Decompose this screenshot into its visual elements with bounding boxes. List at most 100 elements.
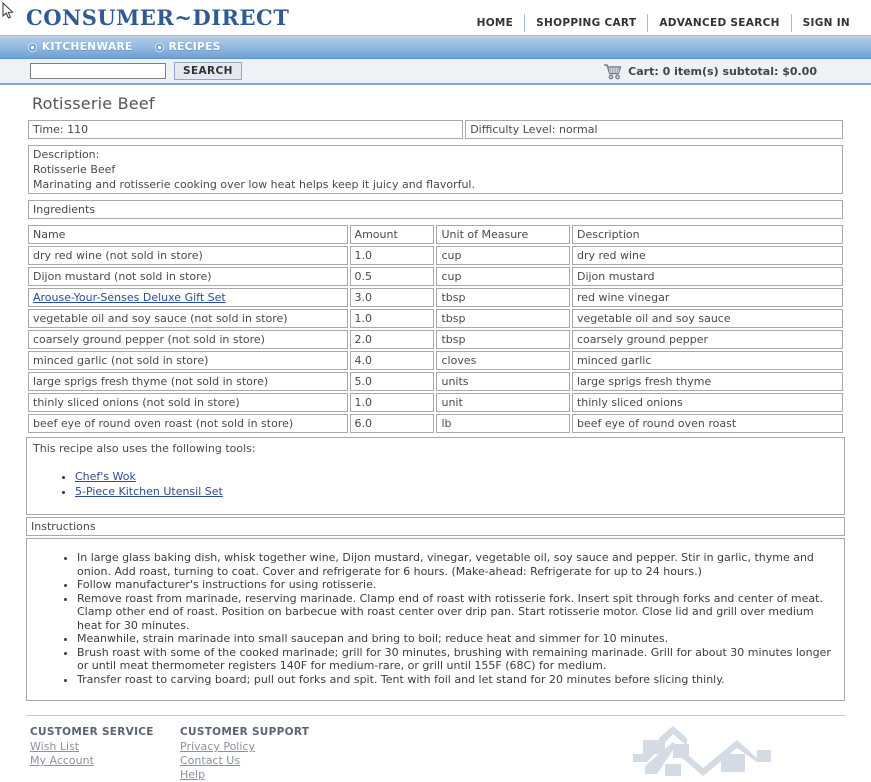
instruction-step: Transfer roast to carving board; pull ou…	[77, 673, 836, 687]
tools-intro-text: This recipe also uses the following tool…	[33, 442, 256, 455]
ingredients-header-table: Ingredients	[26, 198, 845, 221]
recipe-meta-table: Time: 110 Difficulty Level: normal	[26, 118, 845, 141]
ingredient-description: Dijon mustard	[571, 267, 843, 286]
ingredient-amount: 2.0	[349, 330, 435, 349]
tool-link[interactable]: 5-Piece Kitchen Utensil Set	[75, 485, 223, 498]
topnav-item-shopping-cart[interactable]: SHOPPING CART	[524, 14, 647, 32]
top-navigation: HOME SHOPPING CART ADVANCED SEARCH SIGN …	[466, 14, 863, 32]
list-item: 5-Piece Kitchen Utensil Set	[75, 484, 838, 499]
table-row: thinly sliced onions (not sold in store)…	[28, 393, 843, 412]
recipe-time: Time: 110	[28, 120, 464, 139]
instructions-list: In large glass baking dish, whisk togeth…	[35, 551, 836, 686]
column-header-unit: Unit of Measure	[436, 225, 570, 244]
ingredient-amount: 1.0	[349, 309, 435, 328]
table-row: large sprigs fresh thyme (not sold in st…	[28, 372, 843, 391]
page-title: Rotisserie Beef	[32, 94, 155, 113]
tools-panel: This recipe also uses the following tool…	[26, 437, 845, 515]
topnav-item-home[interactable]: HOME	[466, 14, 525, 32]
page-body: Rotisserie Beef Time: 110 Difficulty Lev…	[0, 94, 871, 716]
recipe-description-table: Description: Rotisserie Beef Marinating …	[26, 143, 845, 196]
ingredient-product-link[interactable]: Arouse-Your-Senses Deluxe Gift Set	[33, 291, 226, 304]
footer-column-customer-support: CUSTOMER SUPPORT Privacy Policy Contact …	[180, 726, 310, 782]
ingredient-unit: cloves	[436, 351, 570, 370]
ingredient-amount: 0.5	[349, 267, 435, 286]
ingredient-name: thinly sliced onions (not sold in store)	[28, 393, 348, 412]
footer-link-contact-us[interactable]: Contact Us	[180, 754, 308, 768]
footer-heading-customer-service: CUSTOMER SERVICE	[30, 726, 154, 738]
ingredient-description: dry red wine	[571, 246, 843, 265]
ingredient-description: thinly sliced onions	[571, 393, 843, 412]
search-input[interactable]	[30, 63, 166, 79]
footer-link-help[interactable]: Help	[180, 768, 308, 782]
ingredient-unit: cup	[436, 246, 570, 265]
instruction-step: Meanwhile, strain marinade into small sa…	[77, 632, 836, 646]
bullet-icon	[154, 42, 164, 52]
site-logo[interactable]: CONSUMER~DIRECT	[26, 5, 289, 30]
ingredient-unit: tbsp	[436, 309, 570, 328]
footer-heading-customer-support: CUSTOMER SUPPORT	[180, 726, 310, 738]
column-header-amount: Amount	[349, 225, 435, 244]
table-row: Time: 110 Difficulty Level: normal	[28, 120, 843, 139]
rooftops-watermark-icon	[633, 726, 771, 776]
table-row: coarsely ground pepper (not sold in stor…	[28, 330, 843, 349]
ingredient-name: dry red wine (not sold in store)	[28, 246, 348, 265]
ingredient-name: vegetable oil and soy sauce (not sold in…	[28, 309, 348, 328]
ingredient-amount: 4.0	[349, 351, 435, 370]
list-item: Chef's Wok	[75, 469, 838, 484]
footer-link-my-account[interactable]: My Account	[30, 754, 158, 768]
ingredients-section-header: Ingredients	[28, 200, 843, 219]
recipe-difficulty: Difficulty Level: normal	[465, 120, 843, 139]
footer-link-wish-list[interactable]: Wish List	[30, 740, 158, 754]
cart-summary[interactable]: Cart: 0 item(s) subtotal: $0.00	[603, 63, 817, 80]
table-row: vegetable oil and soy sauce (not sold in…	[28, 309, 843, 328]
ingredients-table: Name Amount Unit of Measure Description …	[26, 223, 845, 435]
navbar-item-recipes-label: RECIPES	[168, 41, 221, 53]
shopping-cart-icon	[604, 63, 622, 79]
recipe-description: Description: Rotisserie Beef Marinating …	[28, 145, 843, 194]
ingredient-unit: units	[436, 372, 570, 391]
topnav-item-advanced-search[interactable]: ADVANCED SEARCH	[647, 14, 790, 32]
cart-summary-text: Cart: 0 item(s) subtotal: $0.00	[628, 64, 817, 78]
bullet-icon	[28, 42, 37, 52]
instruction-step: Brush roast with some of the cooked mari…	[77, 646, 836, 673]
ingredient-unit: lb	[436, 414, 570, 433]
instruction-step: Follow manufacturer's instructions for u…	[77, 578, 836, 592]
ingredient-description: coarsely ground pepper	[571, 330, 843, 349]
ingredients-table-body: dry red wine (not sold in store) 1.0 cup dr…	[28, 246, 843, 433]
ingredient-name[interactable]: Arouse-Your-Senses Deluxe Gift Set	[28, 288, 348, 307]
mouse-cursor-icon	[2, 2, 14, 19]
ingredients-table-header-row: Name Amount Unit of Measure Description	[28, 225, 843, 244]
ingredient-amount: 3.0	[349, 288, 435, 307]
ingredient-amount: 1.0	[349, 393, 435, 412]
ingredient-name: beef eye of round oven roast (not sold i…	[28, 414, 348, 433]
footer-column-customer-service: CUSTOMER SERVICE Wish List My Account	[30, 726, 158, 782]
instructions-panel: In large glass baking dish, whisk togeth…	[26, 538, 845, 701]
ingredient-name: large sprigs fresh thyme (not sold in st…	[28, 372, 348, 391]
footer: CUSTOMER SERVICE Wish List My Account CU…	[0, 716, 871, 782]
instruction-step: Remove roast from marinade, reserving ma…	[77, 592, 836, 633]
ingredient-amount: 6.0	[349, 414, 435, 433]
navbar-item-kitchenware-label: KITCHENWARE	[42, 41, 133, 53]
ingredient-unit: unit	[436, 393, 570, 412]
search-button[interactable]: SEARCH	[174, 62, 242, 80]
masthead: CONSUMER~DIRECT HOME SHOPPING CART ADVAN…	[0, 0, 871, 35]
table-row: Dijon mustard (not sold in store) 0.5 cup D…	[28, 267, 843, 286]
tools-list: Chef's Wok 5-Piece Kitchen Utensil Set	[33, 469, 838, 499]
tool-link[interactable]: Chef's Wok	[75, 470, 136, 483]
topnav-item-sign-in[interactable]: SIGN IN	[790, 14, 863, 32]
instruction-step: In large glass baking dish, whisk togeth…	[77, 551, 836, 578]
table-row: Arouse-Your-Senses Deluxe Gift Set 3.0 tbs…	[28, 288, 843, 307]
table-row: Description: Rotisserie Beef Marinating …	[28, 145, 843, 194]
navbar-item-recipes[interactable]: RECIPES	[154, 41, 221, 53]
table-row: minced garlic (not sold in store) 4.0 clov…	[28, 351, 843, 370]
ingredient-name: Dijon mustard (not sold in store)	[28, 267, 348, 286]
table-row: Ingredients	[28, 200, 843, 219]
footer-link-privacy-policy[interactable]: Privacy Policy	[180, 740, 308, 754]
instructions-section-header: Instructions	[26, 517, 845, 536]
ingredient-description: minced garlic	[571, 351, 843, 370]
ingredient-unit: tbsp	[436, 330, 570, 349]
navbar-item-kitchenware[interactable]: KITCHENWARE	[28, 41, 133, 53]
ingredient-amount: 5.0	[349, 372, 435, 391]
ingredient-description: red wine vinegar	[571, 288, 843, 307]
ingredient-unit: cup	[436, 267, 570, 286]
